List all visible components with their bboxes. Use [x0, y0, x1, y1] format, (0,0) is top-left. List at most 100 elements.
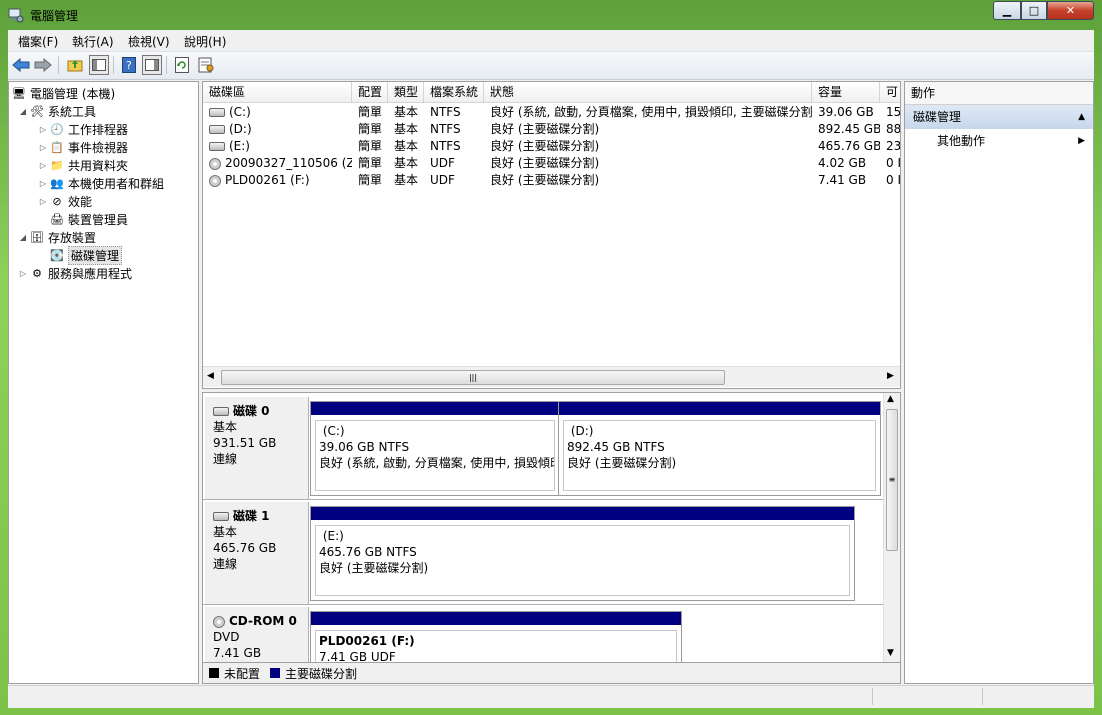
maximize-icon: □	[1028, 4, 1040, 17]
disk-size: 465.76 GB	[213, 541, 277, 555]
menu-view[interactable]: 檢視(V)	[128, 33, 170, 50]
column-header-status[interactable]: 狀態	[484, 82, 812, 102]
column-header-filesystem[interactable]: 檔案系統	[424, 82, 484, 102]
menu-bar	[8, 30, 1094, 52]
volume-cell-text: PLD00261 (F:)	[225, 173, 310, 187]
help-icon[interactable]: ?	[119, 55, 139, 75]
back-arrow-icon[interactable]	[11, 55, 31, 75]
collapsed-arrow-icon[interactable]: ▷	[37, 179, 49, 188]
disk-icon	[213, 407, 229, 416]
disk-label[interactable]: 磁碟 0 基本 931.51 GB 連線	[205, 397, 309, 499]
partition-body: PLD00261 (F:) 7.41 GB UDF	[315, 630, 677, 662]
disk-name: 磁碟 0	[233, 404, 270, 418]
clock-icon: 🕘	[50, 122, 64, 136]
scroll-right-arrow-icon[interactable]: ▶	[887, 371, 894, 381]
volume-cell-layout: 簡單	[352, 104, 388, 121]
toolbar	[8, 52, 1094, 80]
collapsed-arrow-icon[interactable]: ▷	[37, 161, 49, 170]
volume-row[interactable]: (C:) 簡單 基本 NTFS 良好 (系統, 啟動, 分頁檔案, 使用中, 損毀傾印,…	[203, 104, 900, 121]
disk-management-icon: 💽	[50, 248, 64, 262]
collapsed-arrow-icon[interactable]: ▷	[17, 269, 29, 278]
maximize-button[interactable]: □	[1021, 1, 1047, 20]
collapsed-arrow-icon[interactable]: ▷	[37, 125, 49, 134]
tree-item-system-tools[interactable]: ◢ 🛠 系統工具	[9, 102, 198, 120]
cd-drive-icon	[213, 615, 225, 628]
forward-arrow-icon[interactable]	[33, 55, 53, 75]
partition-label: (D:)	[570, 424, 594, 438]
column-header-layout[interactable]: 配置	[352, 82, 388, 102]
column-header-volume[interactable]: 磁碟區	[203, 82, 352, 102]
toolbar-separator	[58, 56, 59, 74]
menu-file[interactable]: 檔案(F)	[18, 33, 58, 50]
tree-item-performance[interactable]: ▷ ⊘ 效能	[9, 192, 198, 210]
show-hide-action-pane-icon[interactable]	[142, 55, 162, 75]
volume-cell-text: 88	[886, 122, 900, 136]
tree-item-device-manager[interactable]: 🖨 裝置管理員	[9, 210, 198, 228]
horizontal-scrollbar[interactable]: ◀ ||| ▶	[203, 366, 900, 387]
show-hide-tree-icon[interactable]	[89, 55, 109, 75]
volume-row[interactable]: 20090327_110506 (Z:) 簡單 基本 UDF 良好 (主要磁碟分割) 4.…	[203, 155, 900, 172]
minimize-button[interactable]: ▁	[993, 1, 1021, 20]
expanded-arrow-icon[interactable]: ◢	[17, 107, 29, 116]
tree-item-label: 本機使用者和群組	[68, 176, 165, 191]
volume-row[interactable]: PLD00261 (F:) 簡單 基本 UDF 良好 (主要磁碟分割) 7.41 GB 0 …	[203, 172, 900, 189]
tree-item-storage[interactable]: ◢ 🗄 存放裝置	[9, 228, 198, 246]
disk-label[interactable]: CD-ROM 0 DVD 7.41 GB	[205, 607, 309, 662]
svg-text:?: ?	[126, 59, 132, 72]
expanded-arrow-icon[interactable]: ◢	[17, 233, 29, 242]
tools-icon: 🛠	[30, 104, 44, 118]
tree-item-event-viewer[interactable]: ▷ 📋 事件檢視器	[9, 138, 198, 156]
partition-status: 良好 (主要磁碟分割)	[319, 561, 429, 575]
column-header-capacity[interactable]: 容量	[812, 82, 880, 102]
properties-icon[interactable]	[196, 55, 216, 75]
partition-f[interactable]: PLD00261 (F:) 7.41 GB UDF	[310, 611, 682, 662]
volume-cell-text: 0 I	[886, 156, 900, 170]
menu-action[interactable]: 執行(A)	[72, 33, 114, 50]
partition-c[interactable]: (C:) 39.06 GB NTFS 良好 (系統, 啟動, 分頁檔案, 使用中…	[310, 401, 560, 496]
disk-label[interactable]: 磁碟 1 基本 465.76 GB 連線	[205, 502, 309, 604]
scroll-up-arrow-icon[interactable]: ▲	[887, 394, 894, 404]
volume-row[interactable]: (E:) 簡單 基本 NTFS 良好 (主要磁碟分割) 465.76 GB 23	[203, 138, 900, 155]
volume-row[interactable]: (D:) 簡單 基本 NTFS 良好 (主要磁碟分割) 892.45 GB 88	[203, 121, 900, 138]
partition-status: 良好 (主要磁碟分割)	[567, 456, 677, 470]
volume-cell-text: 簡單	[358, 139, 383, 153]
volume-cell-text: 892.45 GB	[818, 122, 880, 136]
tree-item-services-apps[interactable]: ▷ ⚙ 服務與應用程式	[9, 264, 198, 282]
close-icon: ✕	[1065, 4, 1076, 17]
partition-e[interactable]: (E:) 465.76 GB NTFS 良好 (主要磁碟分割)	[310, 506, 855, 601]
horizontal-scroll-thumb[interactable]: |||	[221, 370, 725, 385]
up-folder-icon[interactable]	[65, 55, 85, 75]
volume-cell-text: NTFS	[430, 122, 461, 136]
menu-help[interactable]: 說明(H)	[184, 33, 226, 50]
tree-item-task-scheduler[interactable]: ▷ 🕘 工作排程器	[9, 120, 198, 138]
tree-item-root[interactable]: 🖥 電腦管理 (本機)	[9, 84, 198, 102]
volume-cell-free: 88	[880, 121, 900, 138]
partition-bar	[559, 402, 880, 415]
volume-cell-volume: 20090327_110506 (Z:)	[203, 155, 352, 172]
partition-label: (E:)	[322, 529, 344, 543]
vertical-scrollbar[interactable]: ▲ ≡ ▼	[883, 393, 900, 662]
collapsed-arrow-icon[interactable]: ▷	[37, 143, 49, 152]
disk-size: 931.51 GB	[213, 436, 277, 450]
title-bar[interactable]: 電腦管理 ▁ □ ✕	[0, 0, 1102, 30]
disk-kind: 基本	[213, 525, 238, 539]
more-actions-item[interactable]: 其他動作 ▶	[905, 129, 1093, 153]
tree-item-local-users[interactable]: ▷ 👥 本機使用者和群組	[9, 174, 198, 192]
vertical-scroll-thumb[interactable]: ≡	[886, 409, 898, 551]
close-button[interactable]: ✕	[1047, 1, 1094, 20]
collapse-arrow-icon[interactable]: ▲	[1078, 105, 1085, 129]
tree-item-shared-folders[interactable]: ▷ 📁 共用資料夾	[9, 156, 198, 174]
actions-section-disk-management[interactable]: 磁碟管理 ▲	[905, 105, 1093, 129]
column-header-type[interactable]: 類型	[388, 82, 424, 102]
scroll-down-arrow-icon[interactable]: ▼	[887, 648, 894, 658]
tree-item-disk-management[interactable]: 💽 磁碟管理	[9, 245, 198, 265]
column-header-free[interactable]: 可	[880, 82, 900, 102]
disk-icon	[213, 512, 229, 521]
volume-cell-text: 簡單	[358, 105, 383, 119]
refresh-icon[interactable]	[172, 55, 192, 75]
collapsed-arrow-icon[interactable]: ▷	[37, 197, 49, 206]
computer-management-icon: 🖥	[12, 86, 26, 100]
volume-cell-free: 0 I	[880, 172, 900, 189]
scroll-left-arrow-icon[interactable]: ◀	[207, 371, 214, 381]
partition-d[interactable]: (D:) 892.45 GB NTFS 良好 (主要磁碟分割)	[558, 401, 881, 496]
